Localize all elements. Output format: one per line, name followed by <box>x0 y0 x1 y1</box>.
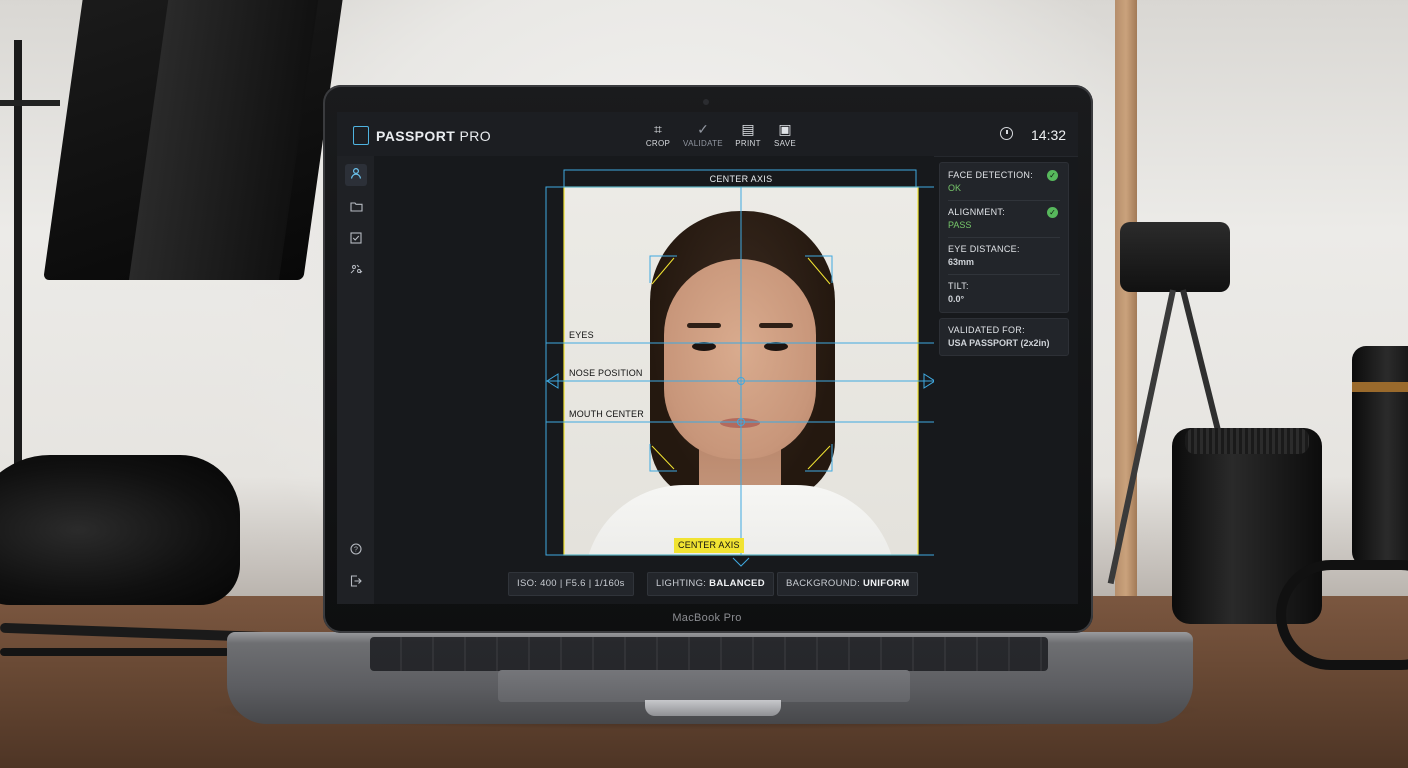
save-label: SAVE <box>774 139 796 148</box>
passport-logo-icon <box>353 126 369 145</box>
photo-brow <box>759 323 793 328</box>
headphones <box>0 455 240 605</box>
chevron-down-icon <box>732 557 750 567</box>
right-arrow-icon <box>923 373 934 389</box>
validated-for-row: VALIDATED FOR: USA PASSPORT (2x2in) <box>948 325 1060 348</box>
help-button[interactable]: ? <box>345 540 367 562</box>
checklist-icon <box>350 232 362 244</box>
sidebar: ? <box>337 156 375 604</box>
tripod-camera <box>1120 222 1230 292</box>
keyboard <box>370 637 1048 671</box>
center-axis-top-label: CENTER AXIS <box>709 174 773 184</box>
center-axis-bottom-label[interactable]: CENTER AXIS <box>674 538 744 553</box>
validated-for-value: USA PASSPORT (2x2in) <box>948 338 1050 348</box>
sidebar-item-checklist[interactable] <box>345 229 367 251</box>
app-title-bold: PASSPORT <box>376 128 456 144</box>
checkmark-icon: ✓ <box>697 121 709 137</box>
camera-settings-chip: ISO: 400 | F5.6 | 1/160s <box>508 572 634 596</box>
photo-eye <box>692 342 716 351</box>
photo-eye <box>764 342 788 351</box>
cable <box>0 648 230 656</box>
crop-button[interactable]: ⌗ CROP <box>636 121 680 148</box>
lighting-key: LIGHTING: <box>656 578 710 589</box>
sidebar-item-settings[interactable] <box>345 260 367 282</box>
face-detection-row: FACE DETECTION: OK ✓ <box>948 170 1060 193</box>
alignment-key: ALIGNMENT: <box>948 207 1006 217</box>
eye-distance-row: EYE DISTANCE: 63mm <box>948 244 1060 267</box>
folder-icon <box>349 202 363 212</box>
clock-time: 14:32 <box>1031 127 1067 143</box>
save-button[interactable]: ▣ SAVE <box>763 121 807 148</box>
tilt-row: TILT: 0.0° <box>948 281 1060 304</box>
validated-for-panel: VALIDATED FOR: USA PASSPORT (2x2in) <box>939 318 1069 356</box>
validation-checks-panel: FACE DETECTION: OK ✓ ALIGNMENT: PASS ✓ E… <box>939 162 1069 313</box>
clock-icon[interactable] <box>1000 127 1013 140</box>
app-window: PASSPORT PRO ⌗ CROP ✓ VALIDATE ▤ PRINT ▣… <box>337 112 1078 604</box>
laptop-brand-label: MacBook Pro <box>672 612 742 624</box>
top-bar: PASSPORT PRO ⌗ CROP ✓ VALIDATE ▤ PRINT ▣… <box>337 112 1078 157</box>
app-title: PASSPORT PRO <box>376 128 491 144</box>
face-detection-key: FACE DETECTION: <box>948 170 1034 180</box>
trackpad <box>498 670 910 702</box>
check-circle-icon: ✓ <box>1047 207 1058 218</box>
eye-distance-value: 63mm <box>948 257 975 267</box>
divider <box>948 200 1060 201</box>
photo-face <box>664 259 816 459</box>
app-title-light: PRO <box>455 128 492 144</box>
eyes-label: EYES <box>569 330 594 340</box>
camera-lens <box>1352 346 1408 566</box>
validate-button[interactable]: ✓ VALIDATE <box>681 121 725 148</box>
mouth-center-label: MOUTH CENTER <box>569 409 644 419</box>
lid-notch <box>645 700 781 716</box>
alignment-value: PASS <box>948 220 972 230</box>
face-detection-value: OK <box>948 183 962 193</box>
left-arrow-icon <box>546 373 559 389</box>
check-circle-icon: ✓ <box>1047 170 1058 181</box>
sliders-icon <box>350 264 362 274</box>
photo-stage: CENTER AXIS EYES NOSE POSITION MOUTH CEN… <box>374 156 934 604</box>
background-value: UNIFORM <box>862 578 910 589</box>
crop-label: CROP <box>645 139 671 148</box>
tilt-value: 0.0° <box>948 294 965 304</box>
light-stand-arm <box>0 100 60 106</box>
validated-for-key: VALIDATED FOR: <box>948 325 1025 335</box>
svg-text:?: ? <box>354 547 358 554</box>
logout-icon <box>350 575 362 587</box>
coiled-cable <box>1276 560 1408 670</box>
camera-lens-ring <box>1185 428 1309 454</box>
background-key: BACKGROUND: <box>786 578 863 589</box>
background-chip: BACKGROUND: UNIFORM <box>777 572 919 596</box>
divider <box>948 274 1060 275</box>
alignment-row: ALIGNMENT: PASS ✓ <box>948 207 1060 230</box>
lighting-value: BALANCED <box>709 578 765 589</box>
help-icon: ? <box>350 543 362 555</box>
photo-lips <box>720 418 760 428</box>
crop-icon: ⌗ <box>654 121 662 137</box>
eye-distance-key: EYE DISTANCE: <box>948 244 1020 254</box>
photo-brow <box>687 323 721 328</box>
nose-position-label: NOSE POSITION <box>569 368 643 378</box>
floppy-disk-icon: ▣ <box>778 121 792 137</box>
lighting-chip: LIGHTING: BALANCED <box>647 572 774 596</box>
logout-button[interactable] <box>345 572 367 594</box>
webcam <box>703 99 709 105</box>
divider <box>948 237 1060 238</box>
user-icon <box>350 167 362 179</box>
sidebar-item-profile[interactable] <box>345 164 367 186</box>
sidebar-item-folder[interactable] <box>345 197 367 219</box>
validate-label: VALIDATE <box>683 139 723 148</box>
camera-lens-ring <box>1352 382 1408 392</box>
tilt-key: TILT: <box>948 281 969 291</box>
